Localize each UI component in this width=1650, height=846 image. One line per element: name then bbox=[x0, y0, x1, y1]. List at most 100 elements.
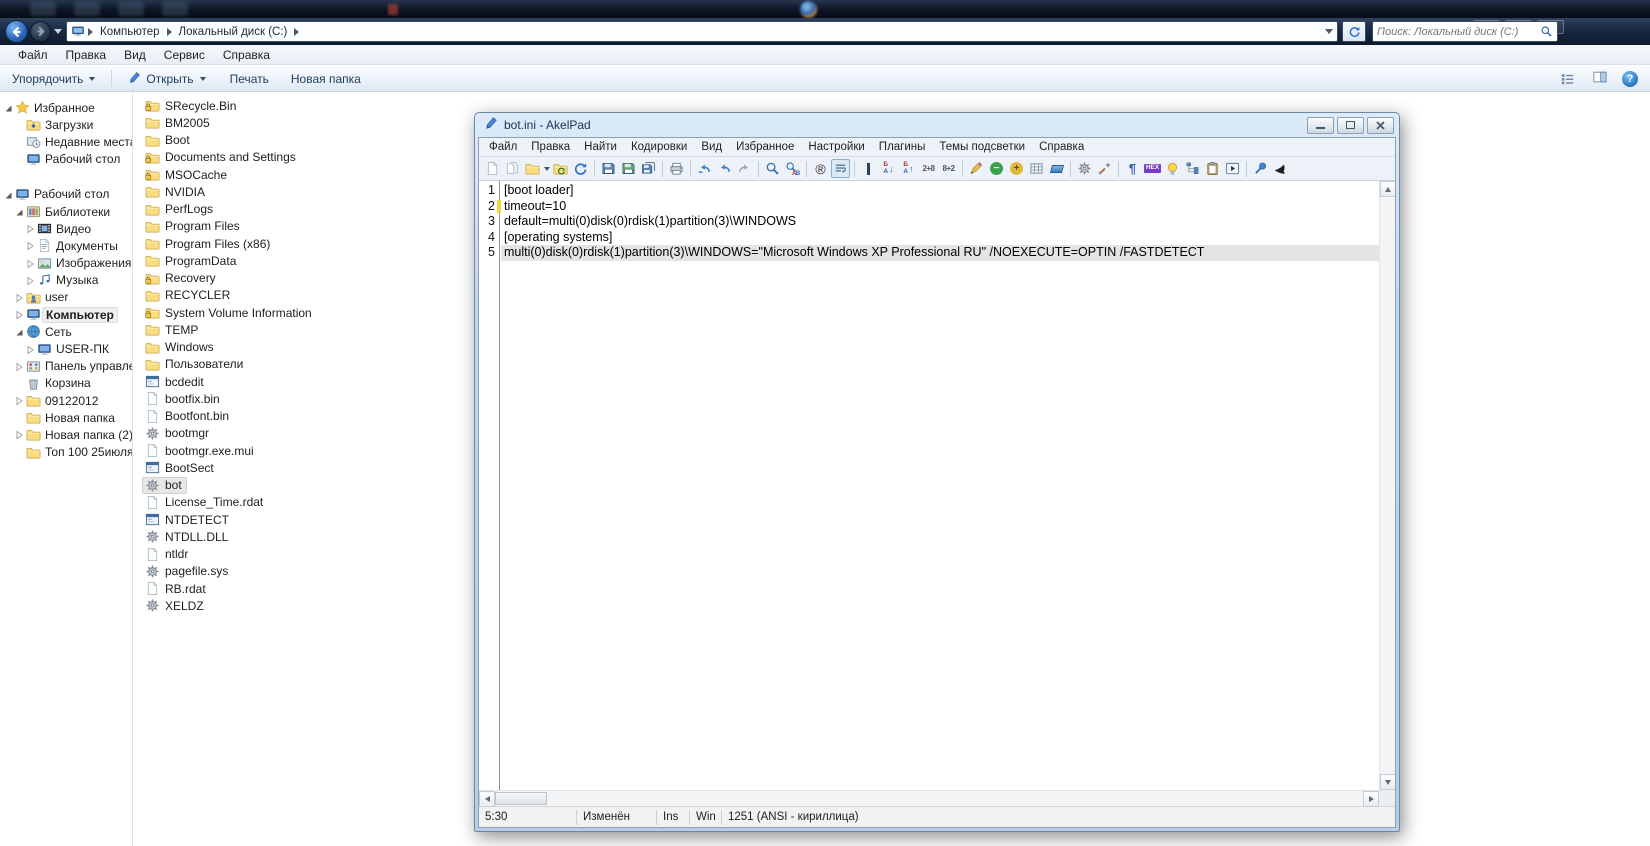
breadcrumb-local-disk-c[interactable]: Локальный диск (C:) bbox=[174, 26, 293, 38]
new-file-button[interactable] bbox=[483, 159, 502, 178]
sort-descending-button[interactable]: Б А ↑ bbox=[899, 159, 918, 178]
file-item[interactable]: Boot bbox=[142, 132, 195, 149]
sidebar-item-user[interactable]: user bbox=[0, 289, 132, 306]
sidebar-item-сеть[interactable]: Сеть bbox=[0, 323, 132, 340]
breadcrumb-chevron[interactable] bbox=[166, 27, 172, 36]
find-button[interactable] bbox=[763, 159, 782, 178]
file-item[interactable]: XELDZ bbox=[142, 597, 209, 614]
file-item[interactable]: pagefile.sys bbox=[142, 563, 233, 580]
akelpad-maximize-button[interactable] bbox=[1337, 116, 1364, 134]
help-button[interactable]: ? bbox=[1622, 70, 1638, 87]
file-item[interactable]: RECYCLER bbox=[142, 287, 235, 304]
taskbar[interactable] bbox=[0, 0, 1650, 18]
file-item[interactable]: bot bbox=[142, 476, 187, 494]
show-invisibles-button[interactable]: ¶ bbox=[1123, 159, 1142, 178]
highlight-marker-button[interactable] bbox=[967, 159, 986, 178]
organize-button[interactable]: Упорядочить bbox=[5, 69, 102, 89]
pinned-app-icon[interactable] bbox=[118, 2, 144, 16]
scroll-down-button[interactable] bbox=[1380, 774, 1395, 790]
sidebar-item-библиотеки[interactable]: Библиотеки bbox=[0, 203, 132, 220]
open-button[interactable]: Открыть bbox=[121, 67, 212, 90]
dropdown-arrow-icon[interactable] bbox=[544, 166, 550, 171]
file-item[interactable]: BM2005 bbox=[142, 114, 215, 131]
new-folder-button[interactable]: Новая папка bbox=[284, 69, 368, 89]
akelpad-titlebar[interactable]: bot.ini - AkelPad bbox=[478, 113, 1396, 137]
caret-options-button[interactable] bbox=[859, 159, 878, 178]
views-button[interactable] bbox=[1560, 72, 1578, 86]
sidebar-item-видео[interactable]: Видео bbox=[0, 220, 132, 237]
file-item[interactable]: RB.rdat bbox=[142, 580, 211, 597]
menu-item-файл[interactable]: Файл bbox=[9, 48, 57, 62]
file-item[interactable]: bcdedit bbox=[142, 373, 209, 390]
file-item[interactable]: Bootfont.bin bbox=[142, 408, 234, 425]
sidebar-item-корзина[interactable]: Корзина bbox=[0, 375, 132, 392]
plugins-manager-button[interactable] bbox=[1095, 159, 1114, 178]
akelpad-editor[interactable]: 1 2345 [boot loader] timeout=10 default=mul… bbox=[479, 181, 1395, 807]
expand-arrow-icon[interactable] bbox=[14, 309, 25, 320]
scroll-left-button[interactable] bbox=[479, 791, 495, 807]
sidebar-item-новая-папка-2[interactable]: Новая папка (2) bbox=[0, 426, 132, 443]
akelpad-menu-настройки[interactable]: Настройки bbox=[801, 141, 871, 153]
akelpad-menu-кодировки[interactable]: Кодировки bbox=[624, 141, 694, 153]
expand-arrow-icon[interactable] bbox=[25, 258, 36, 269]
pinned-app-icon[interactable] bbox=[162, 2, 188, 16]
akelpad-minimize-button[interactable] bbox=[1307, 116, 1334, 134]
file-item[interactable]: License_Time.rdat bbox=[142, 494, 268, 511]
breadcrumb-chevron[interactable] bbox=[88, 27, 93, 36]
file-item[interactable]: ProgramData bbox=[142, 252, 241, 269]
fold-collapse-button[interactable]: − bbox=[987, 159, 1006, 178]
pin-window-button[interactable] bbox=[1251, 159, 1270, 178]
sidebar-item-новая-папка[interactable]: Новая папка bbox=[0, 409, 132, 426]
collapse-arrow-icon[interactable] bbox=[3, 102, 14, 113]
collapse-arrow-icon[interactable] bbox=[3, 189, 14, 200]
sidebar-item-рабочий-стол[interactable]: Рабочий стол bbox=[0, 186, 132, 203]
sidebar-item-user-пк[interactable]: USER-ПК bbox=[0, 340, 132, 357]
undo-all-button[interactable] bbox=[695, 159, 714, 178]
file-item[interactable]: NTDETECT bbox=[142, 511, 234, 528]
scripts-tree-button[interactable] bbox=[1183, 159, 1202, 178]
sidebar-item-панель-управления[interactable]: Панель управления bbox=[0, 358, 132, 375]
file-item[interactable]: Recovery bbox=[142, 270, 221, 287]
file-item[interactable]: Пользователи bbox=[142, 356, 248, 373]
akelpad-menu-вид[interactable]: Вид bbox=[694, 141, 729, 153]
file-item[interactable]: Windows bbox=[142, 339, 219, 356]
hex-view-button[interactable]: HEX bbox=[1143, 159, 1162, 178]
pinned-app-icon[interactable] bbox=[388, 4, 398, 15]
quick-tips-button[interactable] bbox=[1163, 159, 1182, 178]
expand-arrow-icon[interactable] bbox=[25, 344, 36, 355]
search-icon[interactable] bbox=[1540, 25, 1553, 43]
sidebar-item-рабочий-стол[interactable]: Рабочий стол bbox=[0, 151, 132, 168]
print-button[interactable]: Печать bbox=[223, 69, 276, 89]
back-button[interactable] bbox=[5, 20, 28, 43]
new-window-button[interactable] bbox=[503, 159, 522, 178]
file-item[interactable]: Program Files (x86) bbox=[142, 235, 275, 252]
forward-button[interactable] bbox=[30, 21, 51, 42]
print-button[interactable] bbox=[667, 159, 686, 178]
expand-arrow-icon[interactable] bbox=[14, 292, 25, 303]
save-button[interactable] bbox=[599, 159, 618, 178]
file-item[interactable]: SRecycle.Bin bbox=[142, 97, 241, 114]
read-only-button[interactable]: ® bbox=[811, 159, 830, 178]
file-item[interactable]: MSOCache bbox=[142, 166, 232, 183]
file-item[interactable]: Documents and Settings bbox=[142, 149, 301, 166]
menu-item-правка[interactable]: Правка bbox=[57, 48, 116, 62]
sidebar-item-загрузки[interactable]: Загрузки bbox=[0, 116, 132, 133]
pinned-app-icon[interactable] bbox=[74, 2, 100, 16]
sidebar-item-избранное[interactable]: Избранное bbox=[0, 99, 132, 116]
vertical-scrollbar[interactable] bbox=[1379, 181, 1395, 790]
akelpad-menu-файл[interactable]: Файл bbox=[482, 141, 524, 153]
exit-horn-button[interactable] bbox=[1271, 159, 1290, 178]
file-item[interactable]: ntldr bbox=[142, 546, 193, 563]
panel-view-button[interactable] bbox=[1047, 159, 1066, 178]
file-item[interactable]: System Volume Information bbox=[142, 304, 317, 321]
akelpad-menu-найти[interactable]: Найти bbox=[577, 141, 624, 153]
word-wrap-button[interactable] bbox=[831, 159, 850, 178]
file-item[interactable]: NTDLL.DLL bbox=[142, 528, 233, 545]
expand-arrow-icon[interactable] bbox=[25, 223, 36, 234]
scroll-up-button[interactable] bbox=[1380, 181, 1395, 197]
reopen-file-button[interactable] bbox=[551, 159, 570, 178]
file-item[interactable]: bootfix.bin bbox=[142, 390, 225, 407]
menu-item-сервис[interactable]: Сервис bbox=[155, 48, 214, 62]
akelpad-close-button[interactable] bbox=[1367, 116, 1394, 134]
sort-ascending-button[interactable]: Б А ↓ bbox=[879, 159, 898, 178]
